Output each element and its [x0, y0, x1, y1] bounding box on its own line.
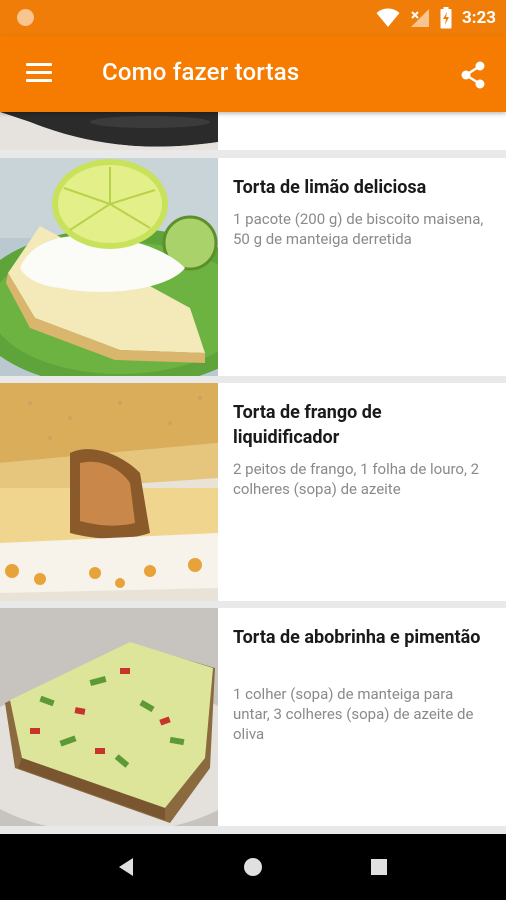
status-time: 3:23 — [461, 8, 496, 28]
navigation-bar — [0, 834, 506, 900]
recipe-image-chicken-pie — [0, 383, 218, 601]
recipe-description: 2 peitos de frango, 1 folha de louro, 2 … — [233, 460, 480, 498]
hamburger-menu-icon[interactable] — [26, 63, 54, 85]
notification-dot-icon — [17, 9, 34, 26]
recipe-image-zucchini-pie — [0, 608, 218, 826]
recipe-description: 1 pacote (200 g) de biscoito maisena, 50… — [233, 210, 484, 248]
share-icon[interactable] — [458, 60, 488, 90]
back-triangle-icon[interactable] — [117, 857, 137, 877]
status-icons: 3:23 — [376, 6, 496, 30]
recipe-card-partial[interactable] — [0, 112, 506, 150]
recipe-image-partial — [0, 112, 218, 150]
home-circle-icon[interactable] — [243, 857, 263, 877]
recipe-card[interactable]: Torta de abobrinha e pimentão 1 colher (… — [0, 608, 506, 826]
recipe-title: Torta de frango de liquidificador — [233, 402, 382, 448]
wifi-icon — [376, 8, 400, 27]
battery-charging-icon — [440, 7, 452, 29]
app-bar: Como fazer tortas — [0, 36, 506, 112]
recipe-image-lime-pie — [0, 158, 218, 376]
recents-square-icon[interactable] — [370, 857, 388, 877]
recipe-description: 1 colher (sopa) de manteiga para untar, … — [233, 685, 474, 743]
status-bar: 3:23 — [0, 0, 506, 36]
recipe-card[interactable]: Torta de limão deliciosa 1 pacote (200 g… — [0, 158, 506, 376]
app-title: Como fazer tortas — [102, 58, 300, 86]
recipe-card[interactable]: Torta de frango de liquidificador 2 peit… — [0, 383, 506, 601]
cellular-signal-icon — [410, 9, 429, 27]
recipe-title: Torta de limão deliciosa — [233, 177, 427, 198]
recipe-title: Torta de abobrinha e pimentão — [233, 627, 481, 648]
